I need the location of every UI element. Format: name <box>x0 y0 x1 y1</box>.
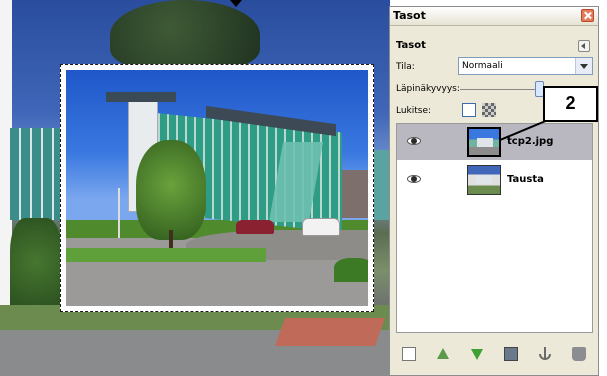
background-brick-path <box>274 318 386 346</box>
anchor-icon[interactable] <box>538 347 552 361</box>
callout-number: 2 <box>565 93 576 113</box>
photo-red-car <box>236 220 274 234</box>
chevron-down-icon[interactable] <box>575 58 592 74</box>
lock-label: Lukitse: <box>396 106 432 116</box>
photo-tower-roof <box>106 92 176 102</box>
lock-alpha-icon[interactable] <box>482 103 496 117</box>
photo-far-building <box>342 170 368 218</box>
layer-name: tcp2.jpg <box>507 136 554 147</box>
raise-layer-icon[interactable] <box>436 347 450 361</box>
photo-white-car <box>302 218 340 236</box>
layer-photo-content <box>66 70 368 306</box>
delete-layer-icon[interactable] <box>572 347 586 361</box>
callout-box: 2 <box>543 86 598 122</box>
duplicate-layer-icon[interactable] <box>504 347 518 361</box>
eye-icon[interactable] <box>407 137 421 145</box>
layer-row-tausta[interactable]: Tausta <box>397 162 592 198</box>
background-tree <box>110 0 260 70</box>
tab-menu-icon[interactable] <box>578 40 590 52</box>
layer-thumbnail <box>467 165 501 195</box>
layer-toolbar <box>396 345 593 365</box>
floating-layer-image[interactable] <box>60 64 374 312</box>
mode-select[interactable]: Normaali <box>458 57 593 75</box>
tab-layers[interactable]: Tasot <box>396 40 426 51</box>
mode-value: Normaali <box>462 61 503 71</box>
photo-tree-trunk <box>169 230 173 248</box>
close-icon[interactable] <box>581 9 594 22</box>
eye-icon[interactable] <box>407 175 421 183</box>
photo-hedge-left <box>66 248 266 262</box>
thumbnail-detail <box>476 175 492 184</box>
layer-name: Tausta <box>507 174 544 185</box>
layer-thumbnail <box>467 127 501 157</box>
photo-lamp-pole <box>118 188 120 238</box>
image-canvas[interactable] <box>0 0 390 376</box>
photo-tree <box>136 140 206 240</box>
lower-layer-icon[interactable] <box>470 347 484 361</box>
panel-title: Tasot <box>393 9 426 22</box>
arrow-marker-icon <box>230 0 242 7</box>
layer-list: tcp2.jpg Tausta <box>396 123 593 333</box>
thumbnail-detail <box>477 138 493 147</box>
new-layer-icon[interactable] <box>402 347 416 361</box>
photo-hedge-right <box>334 258 368 282</box>
layers-panel: Tasot Tasot Tila: Normaali Läpinäkyvyys:… <box>389 6 599 376</box>
mode-label: Tila: <box>396 62 415 72</box>
opacity-label: Läpinäkyvyys: <box>396 84 460 94</box>
panel-titlebar[interactable]: Tasot <box>390 7 598 26</box>
lock-pixels-checkbox[interactable] <box>462 103 476 117</box>
background-building-left <box>10 128 62 220</box>
opacity-slider[interactable] <box>460 89 544 90</box>
layer-row-tcp2[interactable]: tcp2.jpg <box>397 124 592 160</box>
background-building-right <box>372 150 390 220</box>
